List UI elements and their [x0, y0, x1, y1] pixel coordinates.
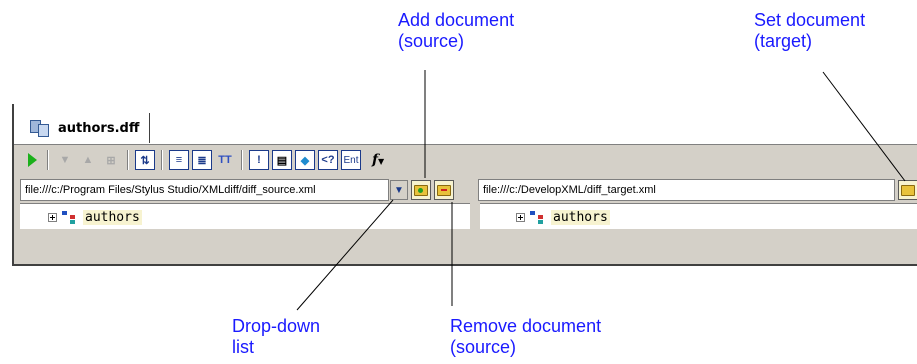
callout-set-document-target: Set document (target) [754, 10, 866, 51]
folder-icon [901, 184, 915, 196]
toolbar-separator [241, 150, 243, 170]
pane-splitter[interactable] [470, 203, 480, 228]
xml-diff-window: authors.dff ▼ ▲ ⊞ ⇅ ≡ ≣ TT ! ▤ ◆ <? Ent … [12, 104, 917, 266]
grid-icon[interactable]: ⊞ [101, 150, 121, 170]
run-icon[interactable] [28, 153, 37, 167]
tree-view-icon[interactable]: ≡ [169, 150, 189, 170]
callout-remove-document-source: Remove document (source) [450, 316, 602, 357]
entity-icon[interactable]: Ent [341, 150, 361, 170]
remove-folder-icon [437, 184, 451, 196]
tab-bar: authors.dff [14, 104, 917, 145]
remove-document-source-button[interactable] [434, 180, 454, 200]
source-dropdown-button[interactable]: ▼ [390, 180, 408, 200]
expand-icon[interactable] [48, 213, 57, 222]
diff-file-icon [30, 120, 52, 137]
split-view-icon[interactable]: ⇅ [135, 150, 155, 170]
source-root-label: authors [83, 210, 142, 225]
toolbar-separator [47, 150, 49, 170]
toolbar-separator [161, 150, 163, 170]
processing-instruction-icon[interactable]: <? [318, 150, 338, 170]
element-node-icon [530, 210, 546, 225]
merged-tree-icon[interactable]: ≣ [192, 150, 212, 170]
document-icon[interactable]: ▤ [272, 150, 292, 170]
target-tree-root[interactable]: authors [516, 210, 610, 225]
tab-label: authors.dff [58, 120, 140, 136]
exclaim-icon[interactable]: ! [249, 150, 269, 170]
set-document-target-button[interactable] [898, 180, 917, 200]
prev-diff-icon[interactable]: ▲ [78, 150, 98, 170]
tab-authors-dff[interactable]: authors.dff [24, 113, 151, 143]
source-path-input[interactable]: file:///c:/Program Files/Stylus Studio/X… [20, 179, 389, 201]
diff-toolbar: ▼ ▲ ⊞ ⇅ ≡ ≣ TT ! ▤ ◆ <? Ent f▼ [14, 146, 917, 174]
target-root-label: authors [551, 210, 610, 225]
source-tree-root[interactable]: authors [48, 210, 142, 225]
add-folder-icon [414, 184, 428, 196]
tag-icon[interactable]: ◆ [295, 150, 315, 170]
target-tree-pane: authors [480, 203, 917, 229]
function-icon[interactable]: f▼ [372, 152, 384, 168]
text-view-icon[interactable]: TT [215, 150, 235, 170]
element-node-icon [62, 210, 78, 225]
add-document-source-button[interactable] [411, 180, 431, 200]
toolbar-separator [127, 150, 129, 170]
next-diff-icon[interactable]: ▼ [55, 150, 75, 170]
source-tree-pane: authors [20, 203, 470, 229]
callout-dropdown-list: Drop-down list [232, 316, 321, 357]
target-path-input[interactable]: file:///c:/DevelopXML/diff_target.xml [478, 179, 895, 201]
callout-add-document-source: Add document (source) [398, 10, 515, 51]
expand-icon[interactable] [516, 213, 525, 222]
